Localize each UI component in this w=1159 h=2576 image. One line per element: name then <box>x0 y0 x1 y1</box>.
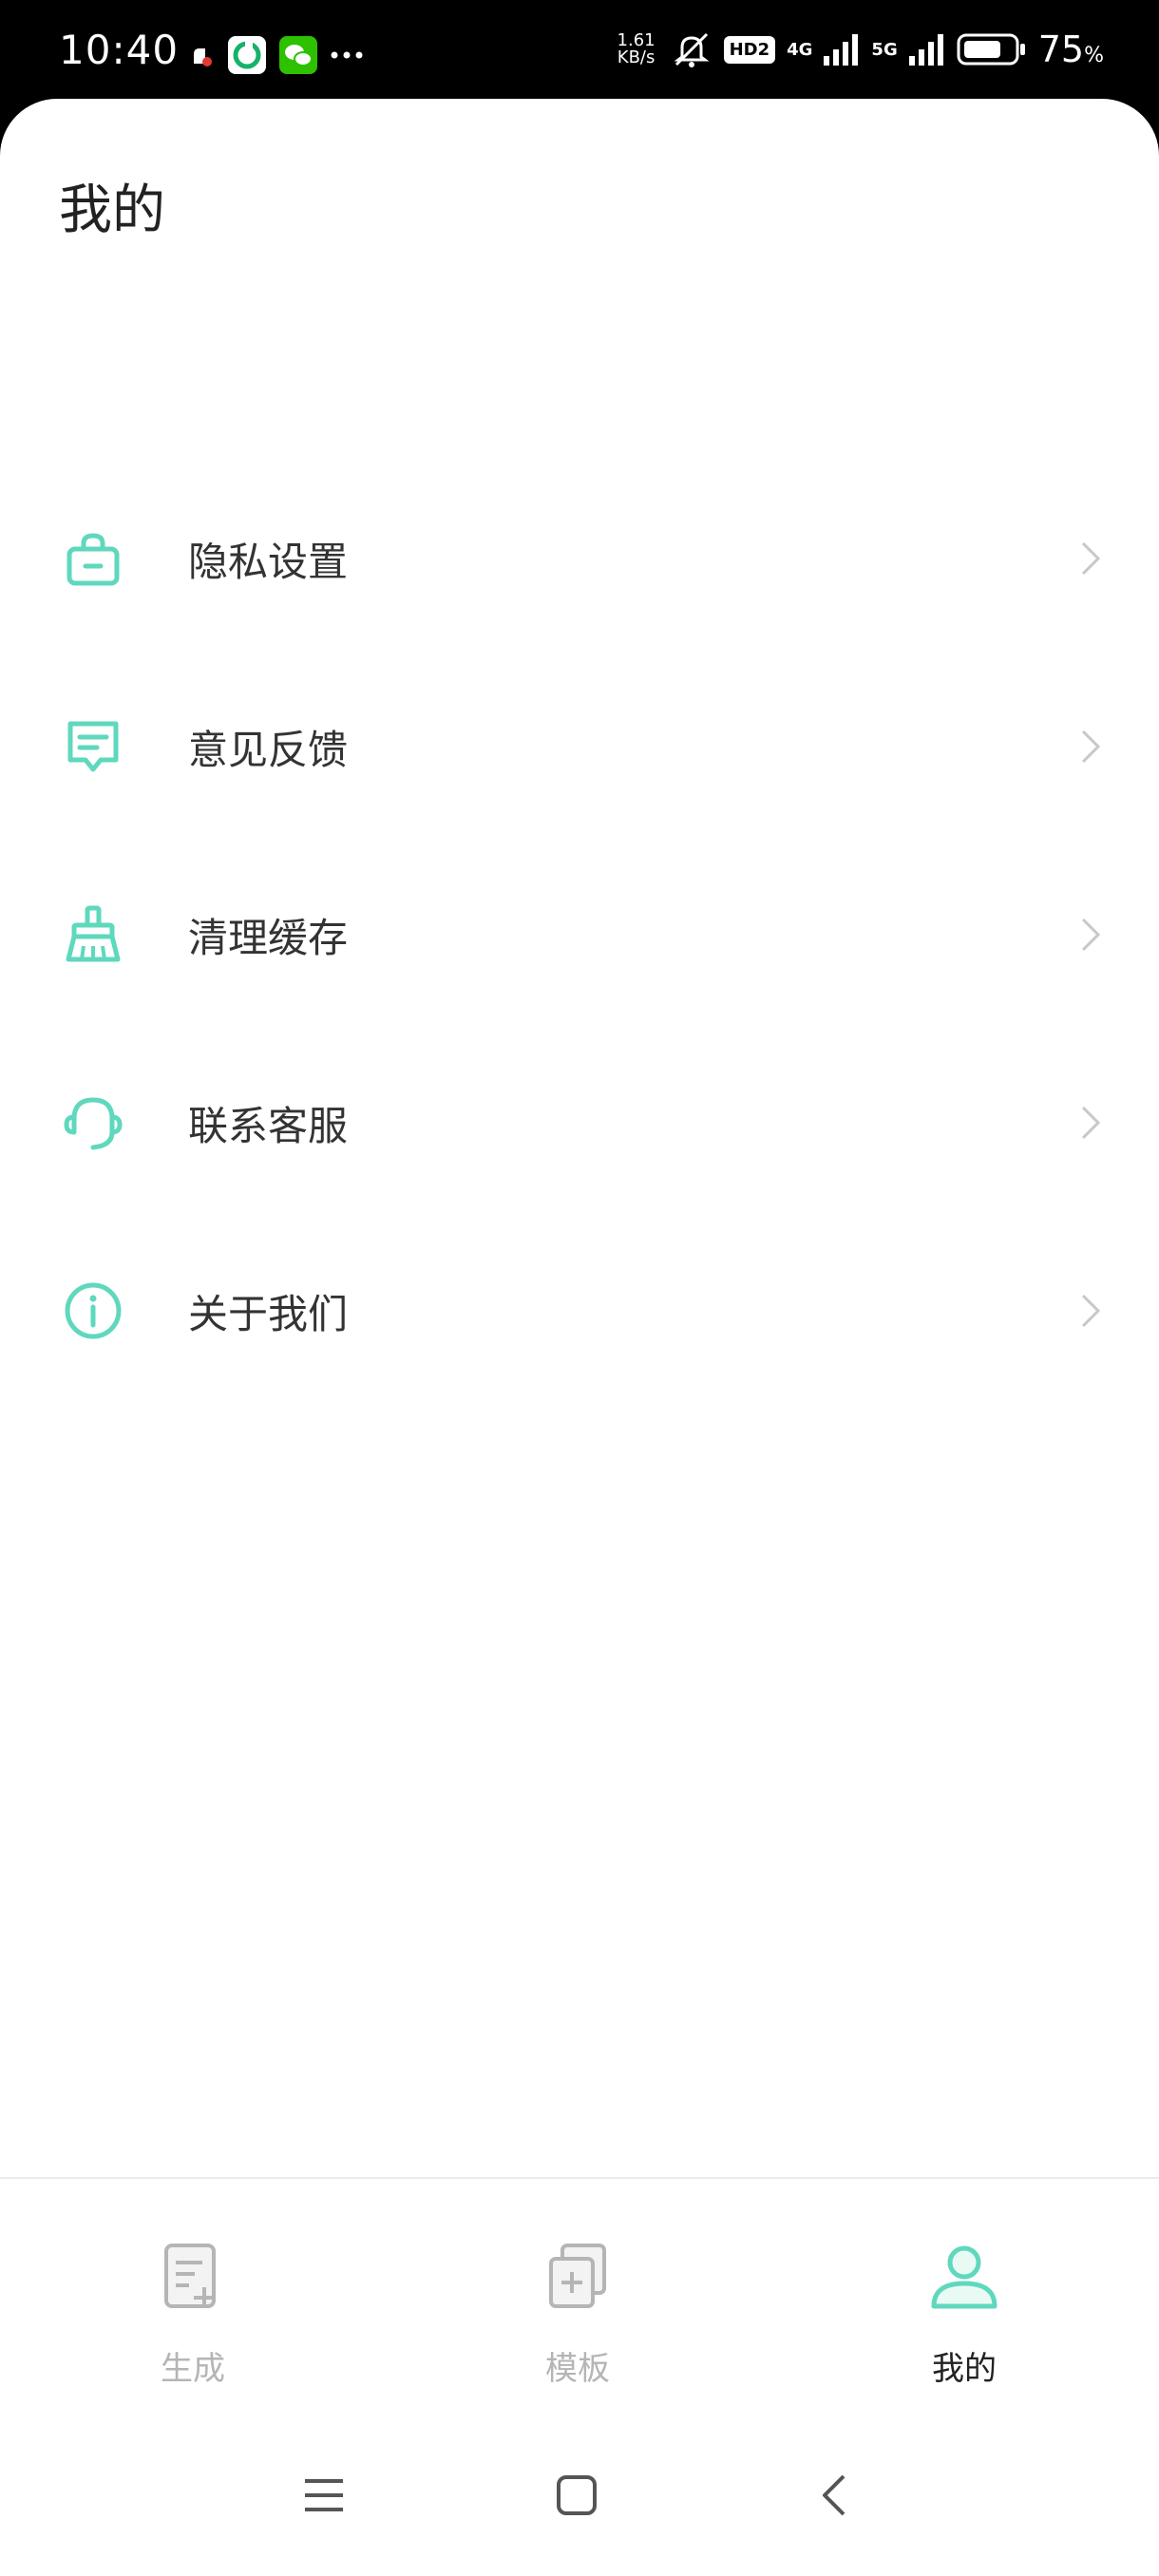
app-notification-icon <box>194 48 212 66</box>
menu-icon[interactable] <box>302 2473 346 2517</box>
document-plus-icon <box>164 2244 216 2308</box>
sync-app-icon <box>228 36 266 74</box>
status-bar: 10:40 1.61 KB/s HD2 4G 5G 75% <box>0 0 1159 99</box>
tab-template[interactable]: 模板 <box>483 2240 673 2411</box>
hd-voice-badge: HD2 <box>723 35 776 64</box>
menu-item-feedback[interactable]: 意见反馈 <box>0 672 1159 815</box>
back-icon[interactable] <box>813 2473 857 2517</box>
wechat-icon <box>279 36 317 74</box>
menu-item-contact-support[interactable]: 联系客服 <box>0 1049 1159 1191</box>
menu-item-label: 清理缓存 <box>188 915 349 961</box>
tab-bar-divider <box>0 2177 1159 2179</box>
tab-mine[interactable]: 我的 <box>869 2240 1059 2411</box>
system-status: 1.61 KB/s HD2 4G 5G 75% <box>614 28 1104 70</box>
menu-item-label: 意见反馈 <box>188 727 349 773</box>
template-icon <box>549 2244 606 2308</box>
system-navigation-bar <box>0 2451 1159 2576</box>
notification-icons <box>190 36 363 74</box>
mute-bell-icon <box>674 32 710 67</box>
chat-icon <box>67 721 119 772</box>
status-time: 10:40 <box>59 27 180 73</box>
main-content: 我的 隐私设置 意见反馈 清理缓存 联系客服 关于我们 生成 模板 我的 <box>0 99 1159 2576</box>
lock-icon <box>66 533 120 586</box>
sim1-network-label: 4G <box>787 39 813 60</box>
network-speed: 1.61 KB/s <box>617 30 656 67</box>
chevron-right-icon <box>1081 729 1101 764</box>
info-icon <box>65 1282 122 1339</box>
battery-percentage: 75% <box>1037 28 1104 70</box>
chevron-right-icon <box>1081 1294 1101 1328</box>
home-square-icon[interactable] <box>555 2473 598 2517</box>
tab-label: 模板 <box>545 2350 610 2388</box>
chevron-right-icon <box>1081 1106 1101 1140</box>
menu-item-about-us[interactable]: 关于我们 <box>0 1237 1159 1379</box>
chevron-right-icon <box>1081 918 1101 952</box>
headset-icon <box>64 1097 123 1150</box>
tab-label: 我的 <box>932 2350 997 2388</box>
menu-item-label: 隐私设置 <box>188 539 349 585</box>
page-title: 我的 <box>59 180 165 241</box>
menu-item-label: 联系客服 <box>188 1103 349 1149</box>
tab-label: 生成 <box>161 2350 225 2388</box>
tab-generate[interactable]: 生成 <box>98 2240 288 2411</box>
menu-item-label: 关于我们 <box>188 1291 349 1337</box>
menu-item-clear-cache[interactable]: 清理缓存 <box>0 861 1159 1003</box>
battery-icon <box>957 33 1025 66</box>
chevron-right-icon <box>1081 541 1101 576</box>
menu-item-privacy-settings[interactable]: 隐私设置 <box>0 484 1159 627</box>
more-dots-icon <box>331 51 363 59</box>
person-icon <box>931 2245 998 2309</box>
broom-icon <box>66 905 121 962</box>
signal-strength-icon <box>908 34 943 66</box>
sim2-network-label: 5G <box>871 39 898 60</box>
signal-strength-icon <box>824 34 859 66</box>
